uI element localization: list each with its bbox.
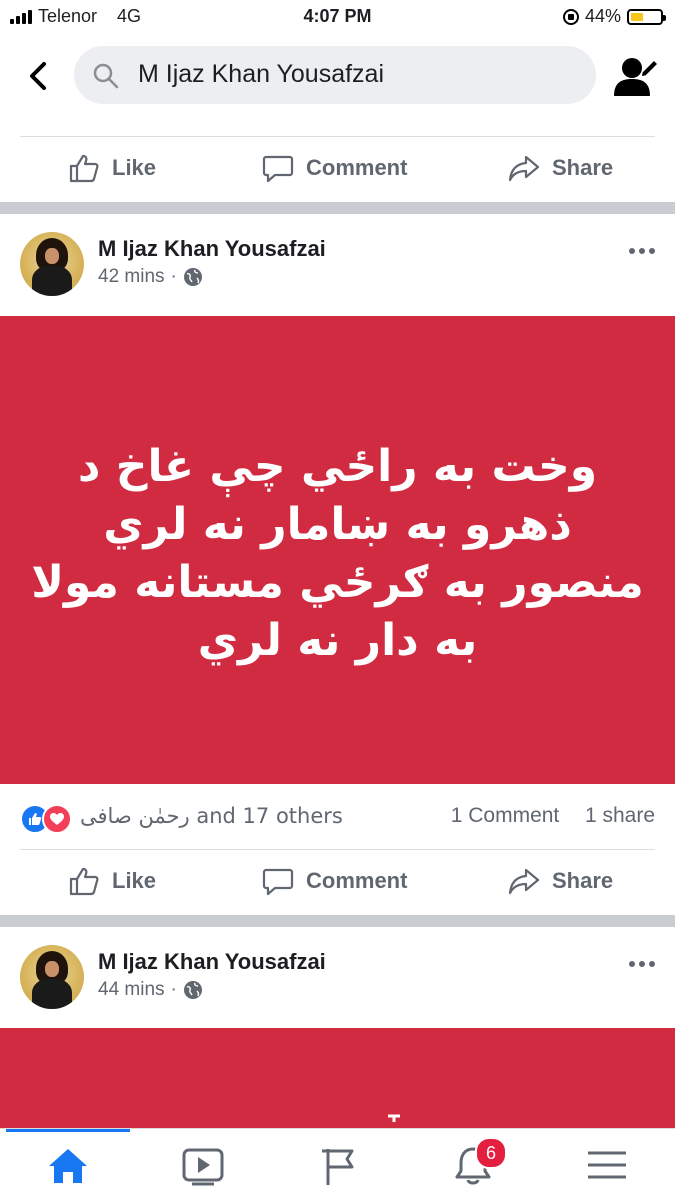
globe-icon	[183, 268, 202, 286]
comments-count[interactable]: 1 Comment	[451, 804, 560, 827]
avatar[interactable]	[20, 232, 84, 296]
post-text-background[interactable]: وخت به راځي چې غاخ د ذهرو به ښامار نه لر…	[0, 316, 675, 784]
home-icon[interactable]	[43, 1143, 93, 1187]
post-meta: 44 mins ·	[98, 979, 203, 1001]
post-text-line: ذهرو به ښامار نه لري	[103, 499, 572, 550]
thumbs-up-icon	[69, 867, 99, 896]
post-time[interactable]: 42 mins	[98, 266, 165, 288]
comment-button[interactable]: Comment	[262, 865, 407, 897]
text-glyph-fragment	[388, 1114, 400, 1122]
like-button[interactable]: Like	[68, 865, 156, 897]
search-query: M Ijaz Khan Yousafzai	[138, 60, 384, 88]
feed-separator	[0, 202, 675, 214]
search-icon	[93, 63, 119, 89]
post-text-line: به دار نه لري	[197, 615, 478, 666]
post-meta: 42 mins ·	[98, 266, 203, 288]
more-options-icon[interactable]	[629, 961, 655, 967]
post-header: M Ijaz Khan Yousafzai 44 mins ·	[0, 927, 675, 1025]
search-input[interactable]: M Ijaz Khan Yousafzai	[74, 46, 596, 104]
love-reaction-icon	[42, 804, 72, 834]
feed-separator	[0, 915, 675, 927]
post-action-bar: Like Comment Share	[0, 849, 675, 915]
like-label: Like	[112, 155, 157, 180]
avatar[interactable]	[20, 945, 84, 1009]
post-action-bar: Like Comment Share	[0, 136, 675, 202]
thumbs-up-icon	[69, 154, 99, 183]
post-text: وخت به راځي چې غاخ د ذهرو به ښامار نه لر…	[0, 438, 675, 670]
shares-count[interactable]: 1 share	[585, 804, 655, 827]
menu-icon[interactable]	[582, 1143, 632, 1187]
comment-button[interactable]: Comment	[262, 152, 407, 184]
active-tab-indicator	[6, 1129, 130, 1132]
like-button[interactable]: Like	[68, 152, 156, 184]
comment-icon	[262, 155, 294, 183]
share-arrow-icon	[508, 155, 540, 182]
profile-edit-icon[interactable]	[612, 54, 660, 98]
share-label: Share	[552, 868, 614, 893]
watch-icon[interactable]	[178, 1143, 228, 1187]
post-author[interactable]: M Ijaz Khan Yousafzai	[98, 949, 326, 975]
pages-flag-icon[interactable]	[314, 1143, 364, 1187]
share-arrow-icon	[508, 868, 540, 895]
comment-label: Comment	[306, 155, 408, 180]
notification-badge: 6	[475, 1137, 507, 1169]
share-button[interactable]: Share	[508, 865, 613, 897]
back-arrow-icon[interactable]	[24, 56, 56, 96]
comment-label: Comment	[306, 868, 408, 893]
post-text-line: وخت به راځي چې غاخ د	[77, 441, 598, 492]
rotation-lock-icon	[562, 8, 579, 25]
comment-icon	[262, 868, 294, 896]
battery-icon	[627, 8, 666, 25]
reactions-summary[interactable]: رحمٰن صافی and 17 others 1 Comment 1 sha…	[0, 786, 675, 848]
globe-icon	[183, 981, 202, 999]
battery-percent: 44%	[584, 6, 621, 26]
like-label: Like	[112, 868, 157, 893]
reaction-icons	[20, 804, 76, 834]
more-options-icon[interactable]	[629, 248, 655, 254]
post-author[interactable]: M Ijaz Khan Yousafzai	[98, 236, 326, 262]
divider	[20, 849, 655, 850]
reactors-text[interactable]: رحمٰن صافی and 17 others	[80, 804, 343, 828]
share-label: Share	[552, 155, 614, 180]
status-bar: Telenor 4G 4:07 PM 44%	[0, 0, 675, 36]
post-header: M Ijaz Khan Yousafzai 42 mins ·	[0, 214, 675, 312]
bottom-tab-bar: 6	[0, 1128, 675, 1201]
post-text-line: منصور به ګرځي مستانه مولا	[31, 557, 644, 608]
engagement-counts: 1 Comment 1 share	[451, 804, 655, 828]
post-time[interactable]: 44 mins	[98, 979, 165, 1001]
post-text-background[interactable]	[0, 1028, 675, 1130]
share-button[interactable]: Share	[508, 152, 613, 184]
search-header: M Ijaz Khan Yousafzai	[0, 36, 675, 116]
divider	[20, 136, 655, 137]
